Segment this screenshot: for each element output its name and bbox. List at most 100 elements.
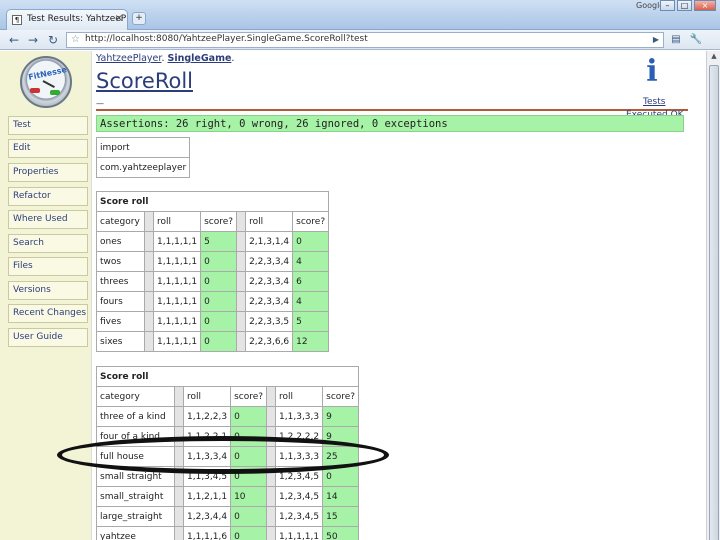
info-icon[interactable]: i [645, 57, 659, 87]
column-gap [144, 271, 154, 292]
column-gap [236, 211, 247, 232]
close-tab-icon[interactable]: × [115, 13, 123, 24]
score-cell: 4 [292, 251, 330, 272]
category-cell: sixes [96, 331, 145, 352]
fitnesse-logo[interactable]: FitNesse [20, 56, 72, 108]
score-cell: 0 [230, 406, 268, 427]
tests-link[interactable]: Tests [643, 97, 665, 107]
column-gap [144, 231, 154, 252]
scrollbar-thumb[interactable] [709, 65, 719, 540]
column-gap [174, 406, 184, 427]
roll-cell: 1,1,1,1,1 [152, 231, 202, 252]
roll-cell: 2,2,3,3,4 [245, 251, 294, 272]
annotation-ellipse [57, 436, 389, 474]
browser-toolbar: ← → ↻ ☆ http://localhost:8080/YahtzeePla… [0, 30, 720, 50]
bookmark-star-icon[interactable]: ☆ [71, 34, 80, 45]
wrench-icon[interactable]: 🔧 [688, 32, 704, 48]
column-gap [266, 406, 277, 427]
close-window-button[interactable]: × [694, 0, 716, 11]
category-cell: fours [96, 291, 145, 312]
column-gap [236, 231, 247, 252]
page-title[interactable]: ScoreRoll [96, 69, 193, 93]
roll-cell: 1,1,1,1,1 [152, 311, 202, 332]
table-row: sixes 1,1,1,1,1 0 2,2,3,6,6 12 [96, 331, 330, 352]
breadcrumb-parent-link[interactable]: YahtzeePlayer [96, 53, 161, 64]
sidebar-item-edit[interactable]: Edit [8, 139, 88, 158]
minimize-button[interactable]: – [660, 0, 675, 11]
reload-icon[interactable]: ↻ [45, 32, 61, 48]
roll-cell: 2,2,3,3,4 [245, 291, 294, 312]
roll-cell: 2,2,3,3,5 [245, 311, 294, 332]
fitnesse-sidebar: FitNesse Test Edit Properties Refactor W… [0, 51, 92, 540]
category-cell: threes [96, 271, 145, 292]
sidebar-item-files[interactable]: Files [8, 257, 88, 276]
logo-text: FitNesse [27, 65, 68, 82]
browser-tab[interactable]: ¶ Test Results: YahtzeePlay... × [6, 9, 128, 30]
score-cell: 0 [200, 251, 238, 272]
roll-cell: 1,1,1,1,1 [275, 526, 324, 540]
score-roll-table-1: Score roll category roll score? roll sco… [95, 191, 330, 352]
header-cell: score? [322, 386, 360, 407]
table-row: large_straight 1,2,3,4,4 0 1,2,3,4,5 15 [96, 506, 360, 527]
breadcrumb-separator: . [161, 53, 165, 64]
maximize-button[interactable]: □ [677, 0, 692, 11]
sidebar-item-search[interactable]: Search [8, 234, 88, 253]
category-cell: large_straight [96, 506, 175, 527]
sidebar-item-recent-changes[interactable]: Recent Changes [8, 304, 88, 323]
breadcrumb-current-link[interactable]: SingleGame [168, 53, 232, 64]
roll-cell: 1,2,3,4,5 [275, 506, 324, 527]
table-header-row: category roll score? roll score? [96, 211, 330, 232]
roll-cell: 1,1,1,1,6 [182, 526, 232, 540]
sidebar-item-where-used[interactable]: Where Used [8, 210, 88, 229]
column-gap [266, 486, 277, 507]
sidebar-item-refactor[interactable]: Refactor [8, 187, 88, 206]
column-gap [266, 526, 277, 540]
tab-title: Test Results: YahtzeePlay... [27, 14, 127, 24]
roll-cell: 1,1,1,1,1 [152, 291, 202, 312]
breadcrumb-end: . [231, 53, 235, 64]
table-row: yahtzee 1,1,1,1,6 0 1,1,1,1,1 50 [96, 526, 360, 540]
score-cell: 5 [200, 231, 238, 252]
sidebar-item-versions[interactable]: Versions [8, 281, 88, 300]
column-gap [266, 386, 277, 407]
header-cell: roll [182, 386, 232, 407]
category-cell: small_straight [96, 486, 175, 507]
category-cell: twos [96, 251, 145, 272]
category-cell: fives [96, 311, 145, 332]
category-cell: three of a kind [96, 406, 175, 427]
table-row: fours 1,1,1,1,1 0 2,2,3,3,4 4 [96, 291, 330, 312]
back-arrow-icon[interactable]: ← [6, 32, 22, 48]
sidebar-item-user-guide[interactable]: User Guide [8, 328, 88, 347]
header-cell: roll [245, 211, 294, 232]
vertical-scrollbar[interactable]: ▲ [706, 51, 720, 540]
forward-arrow-icon[interactable]: → [25, 32, 41, 48]
header-divider [96, 109, 688, 111]
header-cell: category [96, 386, 175, 407]
header-cell: score? [200, 211, 238, 232]
table-row: fives 1,1,1,1,1 0 2,2,3,3,5 5 [96, 311, 330, 332]
go-arrow-icon[interactable]: ▶ [648, 32, 664, 48]
roll-cell: 1,1,1,1,1 [152, 251, 202, 272]
table-title: Score roll [95, 191, 330, 212]
sidebar-item-properties[interactable]: Properties [8, 163, 88, 182]
score-cell: 4 [292, 291, 330, 312]
sidebar-item-test[interactable]: Test [8, 116, 88, 135]
column-gap [236, 291, 247, 312]
column-gap [144, 251, 154, 272]
column-gap [174, 506, 184, 527]
page-menu-icon[interactable]: ▤ [668, 32, 684, 48]
table-row: ones 1,1,1,1,1 5 2,1,3,1,4 0 [96, 231, 330, 252]
header-cell: score? [292, 211, 330, 232]
category-cell: ones [96, 231, 145, 252]
column-gap [144, 211, 154, 232]
logo-red-zone [30, 88, 40, 93]
column-gap [266, 506, 277, 527]
header-cell: category [96, 211, 145, 232]
table-row: three of a kind 1,1,2,2,3 0 1,1,3,3,3 9 [96, 406, 360, 427]
score-cell: 0 [200, 331, 238, 352]
address-bar[interactable]: ☆ http://localhost:8080/YahtzeePlayer.Si… [66, 32, 664, 48]
category-cell: yahtzee [96, 526, 175, 540]
new-tab-button[interactable]: + [132, 12, 146, 25]
roll-cell: 1,1,1,1,1 [152, 271, 202, 292]
scroll-up-arrow-icon[interactable]: ▲ [709, 52, 719, 63]
